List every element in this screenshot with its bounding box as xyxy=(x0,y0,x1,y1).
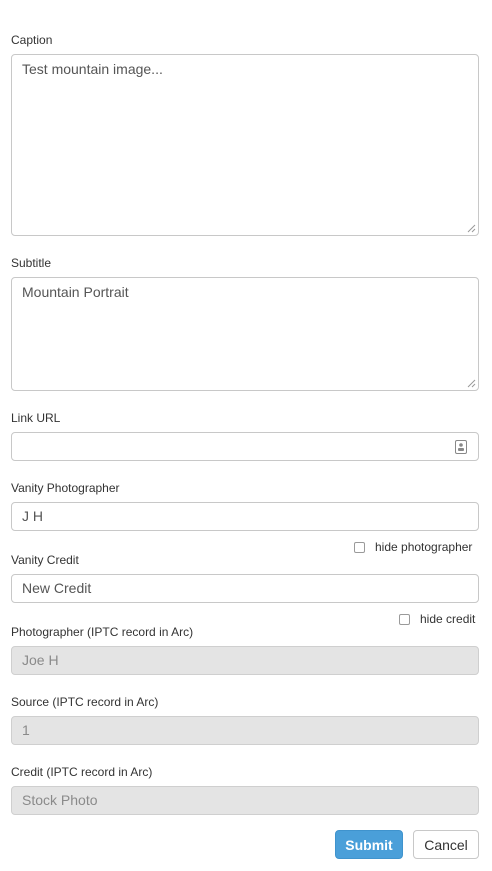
link-url-input[interactable] xyxy=(11,432,479,461)
source-iptc-input: 1 xyxy=(11,716,479,745)
hide-photographer-label: hide photographer xyxy=(375,540,473,554)
link-url-label: Link URL xyxy=(11,411,61,425)
vanity-photographer-input[interactable]: J H xyxy=(11,502,479,531)
subtitle-label: Subtitle xyxy=(11,256,52,270)
resize-grip-icon[interactable] xyxy=(467,224,476,233)
subtitle-textarea[interactable]: Mountain Portrait xyxy=(11,277,479,391)
vanity-photographer-text: J H xyxy=(22,508,43,524)
cancel-button[interactable]: Cancel xyxy=(413,830,479,859)
hide-credit-checkbox[interactable] xyxy=(399,613,410,625)
caption-textarea[interactable]: Test mountain image... xyxy=(11,54,479,236)
hide-photographer-checkbox-row[interactable]: hide photographer xyxy=(354,540,472,554)
source-iptc-text: 1 xyxy=(22,722,30,738)
photographer-iptc-input: Joe H xyxy=(11,646,479,675)
resize-grip-icon[interactable] xyxy=(467,379,476,388)
hide-credit-label: hide credit xyxy=(420,612,476,626)
vanity-photographer-label: Vanity Photographer xyxy=(11,481,120,495)
caption-text: Test mountain image... xyxy=(22,61,163,77)
caption-label: Caption xyxy=(11,33,53,47)
hide-photographer-checkbox[interactable] xyxy=(354,541,365,553)
source-iptc-label: Source (IPTC record in Arc) xyxy=(11,695,159,709)
subtitle-text: Mountain Portrait xyxy=(22,284,129,300)
photographer-iptc-text: Joe H xyxy=(22,652,59,668)
submit-button[interactable]: Submit xyxy=(335,830,403,859)
vanity-credit-text: New Credit xyxy=(22,580,92,596)
autofill-contact-icon[interactable] xyxy=(455,440,467,454)
credit-iptc-input: Stock Photo xyxy=(11,786,479,815)
credit-iptc-label: Credit (IPTC record in Arc) xyxy=(11,765,153,779)
vanity-credit-input[interactable]: New Credit xyxy=(11,574,479,603)
vanity-credit-label: Vanity Credit xyxy=(11,553,79,567)
hide-credit-checkbox-row[interactable]: hide credit xyxy=(399,612,475,626)
credit-iptc-text: Stock Photo xyxy=(22,792,98,808)
photographer-iptc-label: Photographer (IPTC record in Arc) xyxy=(11,625,194,639)
